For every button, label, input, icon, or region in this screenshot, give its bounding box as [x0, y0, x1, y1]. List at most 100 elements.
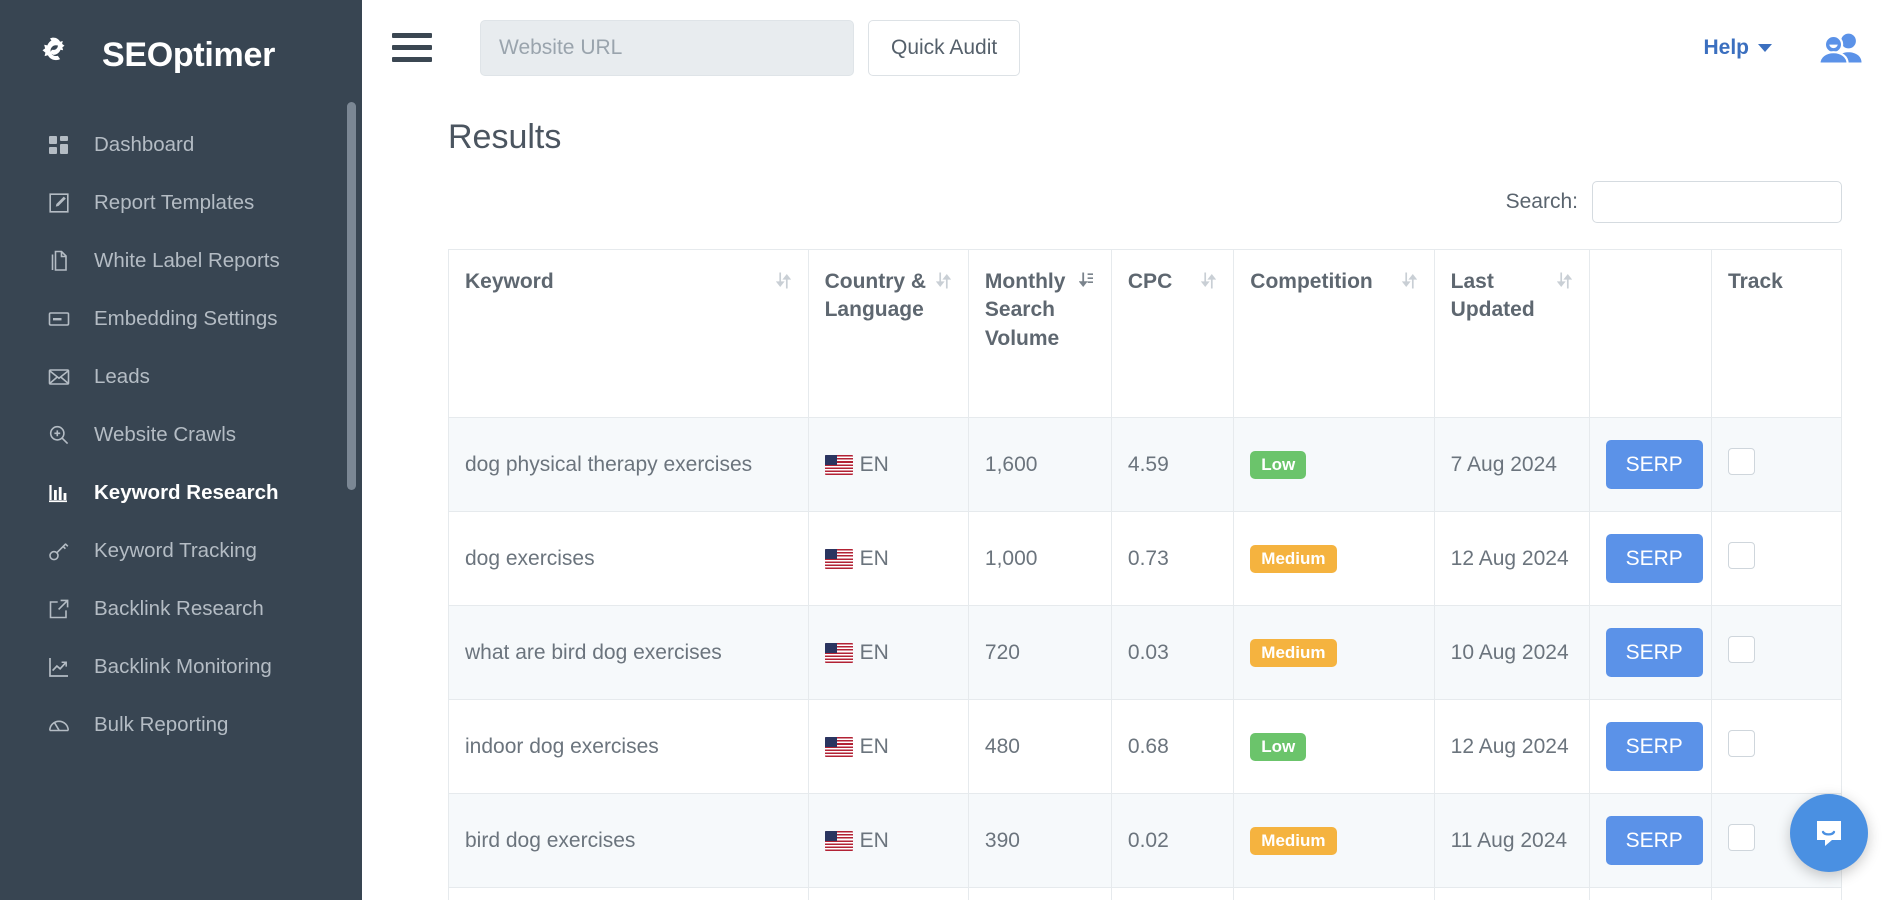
help-label: Help	[1703, 35, 1749, 59]
sidebar-item-backlink-research[interactable]: Backlink Research	[0, 580, 362, 638]
cell-cpc: 1.37	[1110, 887, 1235, 900]
sidebar-item-label: Bulk Reporting	[94, 713, 229, 736]
table-row: what are bird dog exercises EN 720 0.03 Medi…	[448, 605, 1843, 701]
app-screen: SEOptimer Dashboard Report Templates Whi	[0, 0, 1900, 900]
hamburger-icon[interactable]	[392, 33, 432, 63]
sidebar-item-embedding-settings[interactable]: Embedding Settings	[0, 290, 362, 348]
cell-serp: SERP	[1588, 417, 1712, 513]
cell-monthly-search-volume: 480	[967, 699, 1112, 795]
track-checkbox[interactable]	[1727, 730, 1755, 758]
sidebar-item-white-label-reports[interactable]: White Label Reports	[0, 232, 362, 290]
sidebar-item-label: Report Templates	[94, 191, 255, 214]
table-row: dog physical therapy exercises EN 1,600 4.5…	[448, 417, 1843, 513]
cell-track	[1710, 887, 1843, 900]
cell-country-language: EN	[807, 887, 969, 900]
chat-bubble-icon[interactable]	[1790, 794, 1868, 872]
sort-both-icon	[935, 268, 952, 298]
key-icon	[46, 538, 72, 564]
website-url-input[interactable]	[480, 19, 854, 76]
cell-serp: SERP	[1588, 699, 1712, 795]
cell-serp: SERP	[1588, 887, 1712, 900]
sidebar-item-dashboard[interactable]: Dashboard	[0, 116, 362, 174]
column-header-last-updated[interactable]: Last Updated	[1433, 248, 1590, 419]
cell-track	[1710, 605, 1843, 701]
cell-serp: SERP	[1588, 511, 1712, 607]
bar-chart-icon	[46, 480, 72, 506]
cell-serp: SERP	[1588, 793, 1712, 889]
brand-logo[interactable]: SEOptimer	[0, 14, 362, 98]
users-people-icon[interactable]	[1818, 31, 1864, 65]
serp-button[interactable]: SERP	[1605, 440, 1703, 490]
dashboard-grid-icon	[46, 132, 72, 158]
track-checkbox[interactable]	[1727, 448, 1755, 476]
cell-country-language: EN	[807, 699, 969, 795]
cell-competition: Medium	[1233, 793, 1435, 889]
track-checkbox[interactable]	[1727, 636, 1755, 664]
cell-last-updated: 10 Aug 2024	[1433, 887, 1590, 900]
envelope-icon	[46, 364, 72, 390]
serp-button[interactable]: SERP	[1605, 534, 1703, 584]
track-checkbox[interactable]	[1727, 542, 1755, 570]
sidebar-item-label: Dashboard	[94, 133, 195, 156]
country-code: EN	[859, 452, 889, 476]
sort-both-icon	[1401, 268, 1418, 298]
cell-keyword: bird dog exercises	[448, 793, 809, 889]
sidebar-item-label: Backlink Monitoring	[94, 655, 272, 678]
cell-competition: Medium	[1233, 605, 1435, 701]
main-area: Quick Audit Help	[362, 0, 1900, 900]
sidebar-item-keyword-research[interactable]: Keyword Research	[0, 464, 362, 522]
brand-name: SEOptimer	[102, 35, 276, 74]
column-header-cpc[interactable]: CPC	[1110, 248, 1235, 419]
sidebar-item-website-crawls[interactable]: Website Crawls	[0, 406, 362, 464]
sidebar-item-label: Keyword Tracking	[94, 539, 257, 562]
sidebar-item-label: Backlink Research	[94, 597, 264, 620]
country-code: EN	[859, 640, 889, 664]
search-input[interactable]	[1592, 181, 1842, 223]
sidebar-item-leads[interactable]: Leads	[0, 348, 362, 406]
trend-line-chart-icon	[46, 654, 72, 680]
column-header-keyword[interactable]: Keyword	[448, 248, 809, 419]
cell-keyword: dog mental exercises	[448, 887, 809, 900]
competition-badge: Medium	[1250, 638, 1337, 667]
sidebar-item-label: Website Crawls	[94, 423, 237, 446]
sidebar-item-keyword-tracking[interactable]: Keyword Tracking	[0, 522, 362, 580]
cell-cpc: 0.02	[1110, 793, 1235, 889]
sidebar-item-report-templates[interactable]: Report Templates	[0, 174, 362, 232]
cell-keyword: what are bird dog exercises	[448, 605, 809, 701]
country-code: EN	[859, 546, 889, 570]
quick-audit-button[interactable]: Quick Audit	[868, 19, 1021, 76]
cell-competition: Low	[1233, 699, 1435, 795]
us-flag-icon	[824, 736, 853, 757]
cell-cpc: 0.73	[1110, 511, 1235, 607]
cell-last-updated: 7 Aug 2024	[1433, 417, 1590, 513]
column-header-country-language[interactable]: Country & Language	[807, 248, 969, 419]
cell-country-language: EN	[807, 605, 969, 701]
table-row: dog mental exercisesEN3901.37Low10 Aug 2…	[448, 887, 1843, 900]
seoptimer-gear-logo-icon	[42, 32, 88, 78]
search-label: Search:	[1505, 190, 1578, 213]
serp-button[interactable]: SERP	[1605, 722, 1703, 772]
column-header-track: Track	[1710, 248, 1843, 419]
table-head: Keyword Country & Language Monthly Searc…	[448, 248, 1843, 419]
us-flag-icon	[824, 830, 853, 851]
sidebar-item-bulk-reporting[interactable]: Bulk Reporting	[0, 696, 362, 754]
help-menu[interactable]: Help	[1703, 36, 1772, 60]
cell-monthly-search-volume: 390	[967, 887, 1112, 900]
column-header-monthly-search-volume[interactable]: Monthly Search Volume	[967, 248, 1112, 419]
column-header-competition[interactable]: Competition	[1233, 248, 1435, 419]
cell-country-language: EN	[807, 417, 969, 513]
column-label: CPC	[1127, 270, 1173, 293]
country-code: EN	[859, 734, 889, 758]
us-flag-icon	[824, 454, 853, 475]
competition-badge: Medium	[1250, 826, 1337, 855]
sidebar-scrollbar[interactable]	[347, 102, 356, 490]
sidebar-item-label: Leads	[94, 365, 150, 388]
serp-button[interactable]: SERP	[1605, 628, 1703, 678]
sidebar-item-backlink-monitoring[interactable]: Backlink Monitoring	[0, 638, 362, 696]
serp-button[interactable]: SERP	[1605, 816, 1703, 866]
page-title: Results	[448, 118, 562, 156]
table-header-row: Keyword Country & Language Monthly Searc…	[448, 248, 1843, 419]
track-checkbox[interactable]	[1727, 824, 1755, 852]
keyword-results-table: Keyword Country & Language Monthly Searc…	[448, 248, 1843, 900]
pencil-square-icon	[46, 190, 72, 216]
